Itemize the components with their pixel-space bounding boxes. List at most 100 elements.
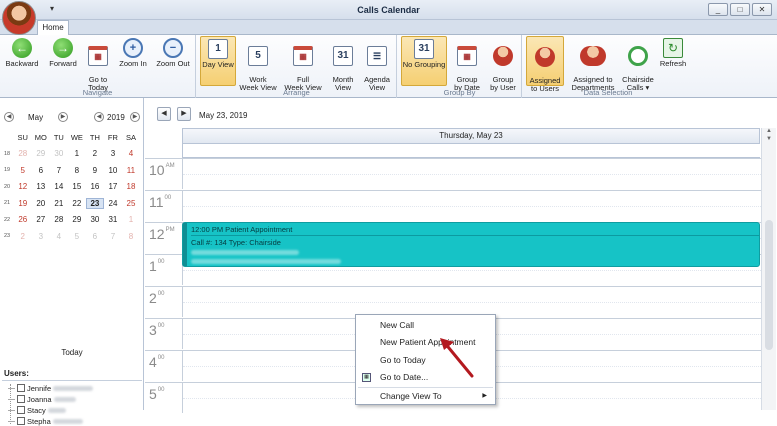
calendar-day[interactable]: 22 bbox=[68, 199, 86, 208]
user-checkbox[interactable] bbox=[17, 384, 25, 392]
menu-item-new-call[interactable]: New Call bbox=[356, 317, 495, 334]
calendar-day[interactable]: 16 bbox=[86, 182, 104, 191]
group-label: Group By bbox=[443, 88, 476, 97]
calendar-day[interactable]: 18 bbox=[122, 182, 140, 191]
calendar-day[interactable]: 8 bbox=[68, 166, 86, 175]
user-item[interactable]: Joanna bbox=[8, 394, 76, 404]
calendar-day[interactable]: 26 bbox=[14, 215, 32, 224]
user-checkbox[interactable] bbox=[17, 406, 25, 414]
user-item[interactable]: Stacy bbox=[8, 405, 66, 415]
next-month-button[interactable]: ▶ bbox=[58, 112, 68, 122]
calendar-day[interactable]: 17 bbox=[104, 182, 122, 191]
calendar-day[interactable]: 6 bbox=[86, 232, 104, 241]
tab-home[interactable]: Home bbox=[37, 20, 69, 35]
calendar-day[interactable]: 13 bbox=[32, 182, 50, 191]
group-by-date-button[interactable]: ▦ Group by Date bbox=[452, 38, 482, 92]
user-checkbox[interactable] bbox=[17, 395, 25, 403]
menu-item-change-view-to[interactable]: Change View To ▶ bbox=[356, 388, 495, 405]
hour-row: 10AM bbox=[145, 158, 761, 189]
minimize-button[interactable]: _ bbox=[708, 3, 728, 16]
calendar-day[interactable]: 20 bbox=[32, 199, 50, 208]
chairside-calls-button[interactable]: Chairside Calls ▾ bbox=[621, 38, 655, 92]
calendar-day[interactable]: 10 bbox=[104, 166, 122, 175]
full-week-view-button[interactable]: ▦ Full Week View bbox=[283, 38, 323, 92]
time-slot[interactable] bbox=[182, 159, 761, 189]
calendar-day[interactable]: 19 bbox=[14, 199, 32, 208]
calendar-day[interactable]: 7 bbox=[104, 232, 122, 241]
group-by-date-icon: ▦ bbox=[457, 46, 477, 66]
calendar-day[interactable]: 1 bbox=[122, 215, 140, 224]
hour-row: 1100 bbox=[145, 190, 761, 221]
calendar-day[interactable]: 21 bbox=[50, 199, 68, 208]
group-navigate: ← Backward → Forward ▦ Go to Today + Zoo… bbox=[0, 35, 196, 98]
assigned-to-users-button[interactable]: Assigned to Users bbox=[526, 36, 564, 93]
zoom-out-button[interactable]: − Zoom Out bbox=[153, 38, 193, 68]
calendar-day[interactable]: 29 bbox=[68, 215, 86, 224]
calendar-day[interactable]: 15 bbox=[68, 182, 86, 191]
calendar-day[interactable]: 30 bbox=[50, 149, 68, 158]
scroll-down-icon[interactable]: ▼ bbox=[762, 136, 776, 142]
calendar-day[interactable]: 24 bbox=[104, 199, 122, 208]
appointment[interactable]: 12:00 PM Patient Appointment Call #: 134… bbox=[182, 222, 760, 267]
month-view-button[interactable]: 31 Month View bbox=[329, 38, 357, 92]
go-to-today-button[interactable]: ▦ Go to Today bbox=[84, 38, 112, 92]
prev-period-button[interactable]: ◀ bbox=[157, 107, 171, 121]
calendar-day[interactable]: 4 bbox=[50, 232, 68, 241]
app-menu-button[interactable] bbox=[2, 1, 36, 35]
calendar-day[interactable]: 2 bbox=[86, 149, 104, 158]
group-by-user-button[interactable]: Group by User bbox=[488, 38, 518, 92]
forward-button[interactable]: → Forward bbox=[44, 38, 82, 68]
close-button[interactable]: ✕ bbox=[752, 3, 772, 16]
all-day-area[interactable] bbox=[182, 144, 760, 158]
calendar-day[interactable]: 14 bbox=[50, 182, 68, 191]
scroll-thumb[interactable] bbox=[765, 220, 773, 350]
calendar-day[interactable]: 27 bbox=[32, 215, 50, 224]
refresh-button[interactable]: ↻ Refresh bbox=[657, 38, 689, 68]
prev-year-button[interactable]: ◀ bbox=[94, 112, 104, 122]
calendar-day[interactable]: 6 bbox=[32, 166, 50, 175]
week-number: 19 bbox=[4, 167, 11, 174]
time-slot[interactable] bbox=[182, 191, 761, 221]
next-period-button[interactable]: ▶ bbox=[177, 107, 191, 121]
dow-label: MO bbox=[34, 132, 47, 142]
calendar-day[interactable]: 25 bbox=[122, 199, 140, 208]
assigned-to-departments-button[interactable]: Assigned to Departments bbox=[567, 38, 619, 92]
date-navigator: ◀ ▶ May 23, 2019 bbox=[145, 98, 777, 128]
no-grouping-button[interactable]: 31 No Grouping bbox=[401, 36, 447, 86]
vertical-scrollbar[interactable]: ▲ ▼ bbox=[761, 128, 776, 410]
time-slot[interactable] bbox=[182, 287, 761, 317]
mini-calendar: SU MO TU WE TH FR SA 18 28 29 30 1 2 3 4 19 5 6 7 8 9… bbox=[4, 129, 140, 245]
calendar-day[interactable]: 4 bbox=[122, 149, 140, 158]
day-view-button[interactable]: 1 Day View bbox=[200, 36, 236, 86]
calendar-day[interactable]: 5 bbox=[68, 232, 86, 241]
calendar-day[interactable]: 1 bbox=[68, 149, 86, 158]
calendar-day[interactable]: 3 bbox=[104, 149, 122, 158]
backward-button[interactable]: ← Backward bbox=[4, 38, 40, 68]
maximize-button[interactable]: □ bbox=[730, 3, 750, 16]
calendar-day[interactable]: 23 bbox=[85, 197, 104, 209]
calendar-day[interactable]: 12 bbox=[14, 182, 32, 191]
user-checkbox[interactable] bbox=[17, 417, 25, 425]
calendar-day[interactable]: 2 bbox=[14, 232, 32, 241]
agenda-view-button[interactable]: ☰ Agenda View bbox=[361, 38, 393, 92]
user-item[interactable]: Jennife bbox=[8, 383, 94, 393]
calendar-day[interactable]: 3 bbox=[32, 232, 50, 241]
calendar-day[interactable]: 11 bbox=[122, 166, 140, 175]
prev-month-button[interactable]: ◀ bbox=[4, 112, 14, 122]
calendar-day[interactable]: 5 bbox=[14, 166, 32, 175]
calendar-day[interactable]: 8 bbox=[122, 232, 140, 241]
calendar-day[interactable]: 28 bbox=[14, 149, 32, 158]
calendar-day[interactable]: 28 bbox=[50, 215, 68, 224]
today-button[interactable]: Today bbox=[0, 348, 144, 357]
work-week-view-button[interactable]: 5 Work Week View bbox=[239, 38, 277, 92]
hour-label: 100 bbox=[149, 258, 165, 274]
calendar-day[interactable]: 30 bbox=[86, 215, 104, 224]
calendar-day[interactable]: 29 bbox=[32, 149, 50, 158]
calendar-day[interactable]: 31 bbox=[104, 215, 122, 224]
next-year-button[interactable]: ▶ bbox=[130, 112, 140, 122]
scroll-up-icon[interactable]: ▲ bbox=[762, 128, 776, 134]
calendar-day[interactable]: 9 bbox=[86, 166, 104, 175]
calendar-day[interactable]: 7 bbox=[50, 166, 68, 175]
user-item[interactable]: Stepha bbox=[8, 416, 83, 426]
zoom-in-button[interactable]: + Zoom In bbox=[116, 38, 150, 68]
